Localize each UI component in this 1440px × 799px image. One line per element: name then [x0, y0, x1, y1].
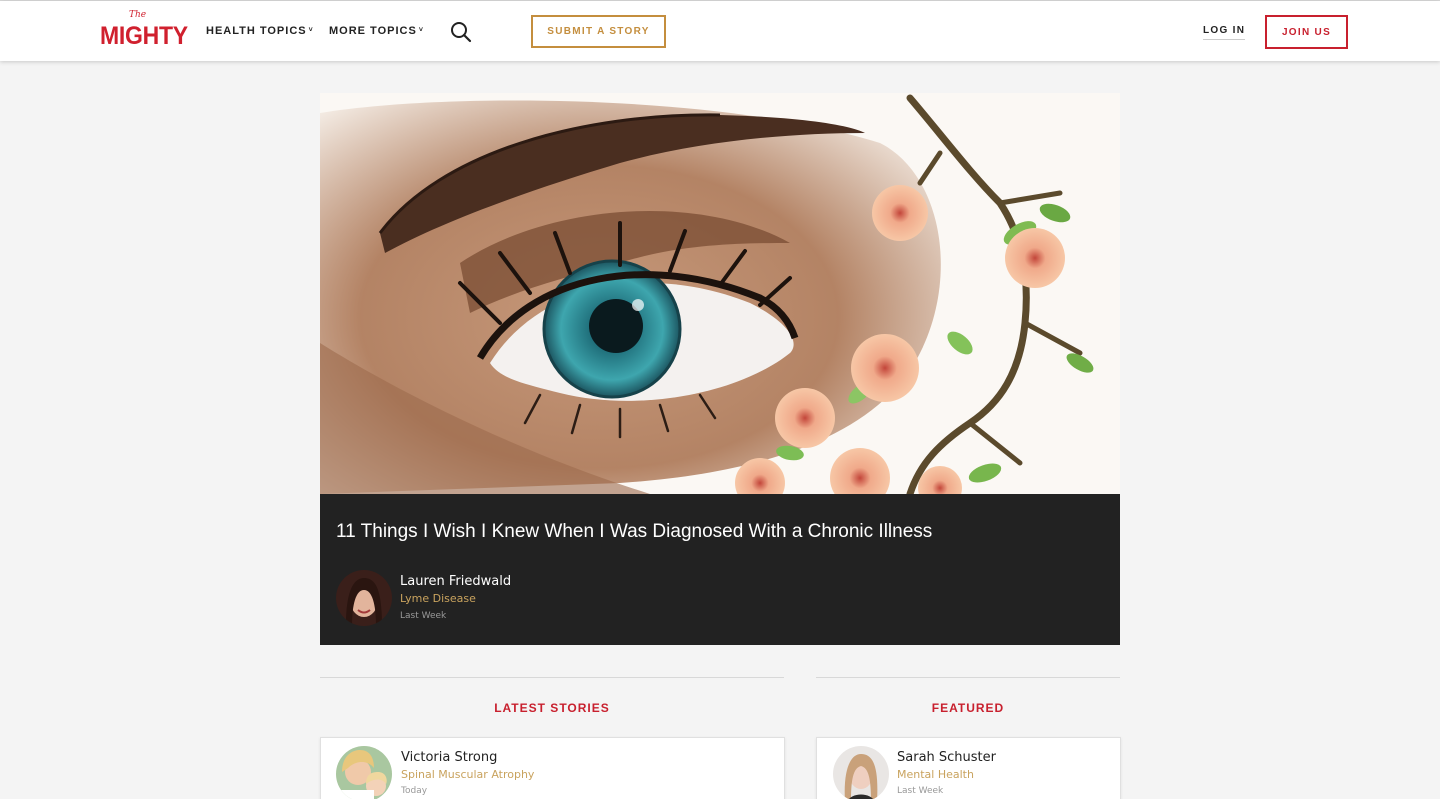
- card-timestamp: Today: [401, 786, 428, 796]
- hero-author-topic[interactable]: Lyme Disease: [400, 592, 476, 605]
- latest-story-card[interactable]: Victoria Strong Spinal Muscular Atrophy …: [320, 737, 785, 799]
- latest-divider: [320, 677, 784, 678]
- health-topics-menu[interactable]: HEALTH TOPICS ˅: [206, 25, 314, 37]
- hero-timestamp: Last Week: [400, 611, 447, 621]
- card-author-topic[interactable]: Spinal Muscular Atrophy: [401, 768, 534, 781]
- search-icon[interactable]: [449, 20, 473, 44]
- avatar[interactable]: [833, 746, 889, 799]
- hero-article-title[interactable]: 11 Things I Wish I Knew When I Was Diagn…: [336, 521, 932, 543]
- logo-main-text: MIGHTY: [100, 22, 188, 50]
- featured-divider: [816, 677, 1120, 678]
- card-author-topic[interactable]: Mental Health: [897, 768, 974, 781]
- chevron-down-icon: ˅: [418, 27, 424, 34]
- more-topics-menu[interactable]: MORE TOPICS ˅: [329, 25, 424, 37]
- avatar[interactable]: [336, 570, 392, 626]
- submit-a-story-button[interactable]: SUBMIT A STORY: [531, 15, 666, 48]
- avatar[interactable]: [336, 746, 392, 799]
- card-author-name[interactable]: Sarah Schuster: [897, 750, 996, 765]
- card-timestamp: Last Week: [897, 786, 944, 796]
- hero-image-eye-watercolor[interactable]: [320, 93, 1120, 494]
- site-header: The MIGHTY HEALTH TOPICS ˅ MORE TOPICS ˅ S…: [0, 1, 1440, 61]
- health-topics-label: HEALTH TOPICS: [206, 25, 307, 37]
- card-author-name[interactable]: Victoria Strong: [401, 750, 497, 765]
- join-us-button[interactable]: JOIN US: [1265, 15, 1348, 49]
- featured-story-card[interactable]: Sarah Schuster Mental Health Last Week: [816, 737, 1121, 799]
- the-mighty-logo[interactable]: The MIGHTY: [100, 10, 188, 50]
- log-in-link[interactable]: LOG IN: [1203, 25, 1246, 40]
- hero-author-name[interactable]: Lauren Friedwald: [400, 574, 511, 589]
- featured-heading: FEATURED: [931, 701, 1005, 715]
- more-topics-label: MORE TOPICS: [329, 25, 417, 37]
- latest-stories-heading: LATEST STORIES: [494, 701, 610, 715]
- logo-the-text: The: [129, 10, 147, 20]
- chevron-down-icon: ˅: [308, 27, 314, 34]
- hero-caption-panel: 11 Things I Wish I Knew When I Was Diagn…: [320, 494, 1120, 645]
